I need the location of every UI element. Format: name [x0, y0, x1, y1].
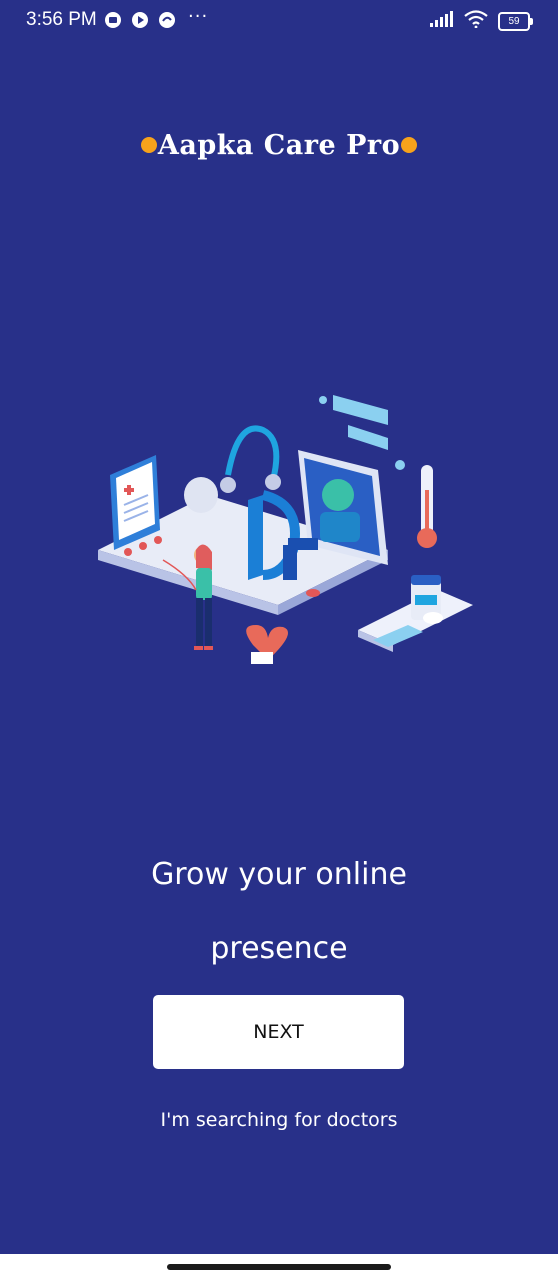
headline-line-1: Grow your online	[151, 857, 407, 892]
sync-icon	[158, 11, 176, 33]
next-button[interactable]: NEXT	[153, 995, 404, 1069]
status-system-icons: 59	[430, 10, 533, 32]
status-time: 3:56 PM	[26, 9, 97, 30]
wifi-icon	[464, 10, 488, 32]
onboarding-screen: 3:56 PM ··· 59 Aapka Care Pro Grow your …	[0, 0, 558, 1280]
notification-app-icon	[104, 11, 122, 33]
signal-icon	[430, 11, 454, 31]
system-nav-bar	[0, 1254, 558, 1280]
play-icon	[131, 11, 149, 33]
home-indicator[interactable]	[167, 1264, 391, 1270]
onboarding-headline: Grow your online presence	[0, 838, 558, 986]
battery-icon: 59	[498, 11, 533, 31]
status-bar: 3:56 PM ··· 59	[0, 0, 558, 42]
searching-for-doctors-link[interactable]: I'm searching for doctors	[0, 1109, 558, 1131]
status-notification-icons	[104, 11, 176, 33]
app-brand-title: Aapka Care Pro	[0, 130, 558, 161]
brand-dot-left	[140, 136, 157, 153]
telemedicine-illustration	[88, 390, 478, 680]
headline-line-2: presence	[210, 931, 348, 966]
more-notifications-icon: ···	[188, 6, 209, 27]
brand-name: Aapka Care Pro	[157, 130, 401, 161]
brand-dot-right	[401, 136, 418, 153]
